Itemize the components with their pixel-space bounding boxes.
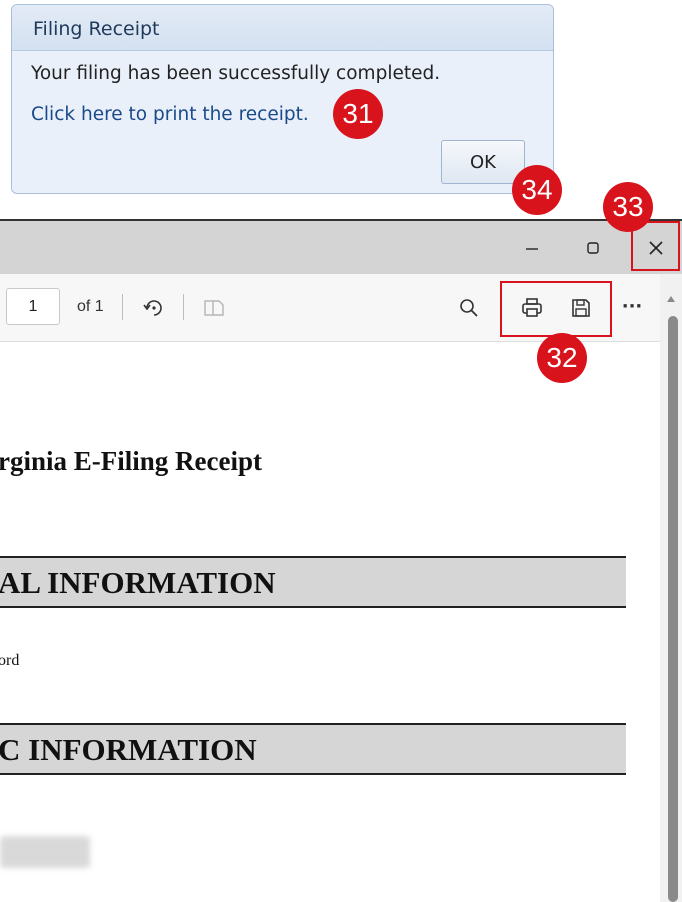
dialog-title: Filing Receipt: [12, 5, 553, 51]
more-icon[interactable]: ···: [617, 292, 647, 320]
page-number-input[interactable]: 1: [6, 288, 60, 325]
section-header-2: C INFORMATION: [0, 723, 626, 775]
minimize-icon: [526, 247, 538, 250]
scrollbar-thumb[interactable]: [668, 316, 678, 902]
redacted-text: [0, 836, 90, 868]
filing-receipt-dialog: Filing Receipt Your filing has been succ…: [11, 4, 554, 194]
print-save-highlight-box: [500, 281, 612, 337]
annotation-badge-33: 33: [603, 182, 653, 232]
toolbar-divider: [183, 294, 184, 320]
document-text-fragment: ord: [0, 652, 20, 669]
print-receipt-link[interactable]: Click here to print the receipt.: [31, 104, 309, 125]
maximize-button[interactable]: [571, 221, 615, 274]
maximize-icon: [587, 241, 599, 254]
annotation-badge-31: 31: [333, 89, 383, 139]
two-page-icon: [204, 300, 224, 316]
section-header-1: AL INFORMATION: [0, 556, 626, 608]
toolbar-divider: [122, 294, 123, 320]
annotation-badge-34: 34: [512, 165, 562, 215]
scroll-up-arrow-icon[interactable]: [664, 292, 678, 306]
minimize-button[interactable]: [510, 221, 554, 274]
rotate-button[interactable]: [140, 294, 168, 322]
annotation-badge-32: 32: [537, 333, 587, 383]
dialog-message: Your filing has been successfully comple…: [31, 63, 441, 84]
rotate-icon: [143, 300, 162, 316]
pdf-page: rginia E-Filing Receipt AL INFORMATION o…: [0, 342, 660, 902]
search-button[interactable]: [455, 294, 483, 322]
two-page-view-button[interactable]: [200, 294, 228, 322]
viewer-titlebar: [0, 219, 682, 274]
search-icon: [460, 299, 478, 317]
ok-button[interactable]: OK: [441, 140, 525, 184]
document-title: rginia E-Filing Receipt: [0, 446, 262, 476]
page-count-label: of 1: [77, 298, 104, 315]
